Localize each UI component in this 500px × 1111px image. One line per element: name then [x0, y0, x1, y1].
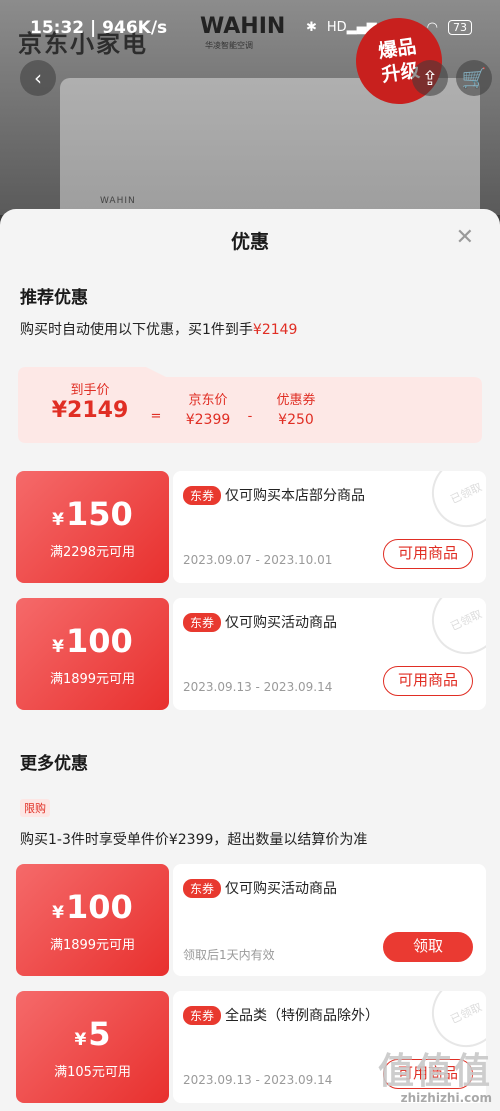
coupon-date: 2023.09.07 - 2023.10.01 [183, 553, 333, 567]
site-watermark: 值值值 zhizhizhi.com [377, 1051, 492, 1106]
equals-sign: = [150, 409, 162, 424]
claimed-stamp: 已领取 [420, 991, 486, 1059]
coupon-desc: 全品类（特例商品除外） [225, 1008, 379, 1024]
claim-button[interactable]: 领取 [383, 932, 473, 962]
coupon-amount-panel: ¥100 满1899元可用 [16, 598, 169, 710]
limit-tag: 限购 [20, 799, 50, 817]
coupon-amount-panel: ¥150 满2298元可用 [16, 471, 169, 583]
battery-icon: 73 [448, 20, 472, 35]
coupon-desc: 仅可购买本店部分商品 [225, 488, 365, 504]
recommend-line: 购买时自动使用以下优惠，买1件到手¥2149 [20, 322, 298, 338]
coupon-desc: 仅可购买活动商品 [225, 615, 337, 631]
coupon-tag: 东券 [183, 879, 222, 898]
coupon-date: 2023.09.13 - 2023.09.14 [183, 680, 333, 694]
status-time: 15:32 | 946K/s [30, 18, 168, 38]
coupon-amount-panel: ¥100 满1899元可用 [16, 864, 169, 976]
cart-button[interactable]: 🛒 [456, 60, 492, 96]
back-arrow-icon: ‹ [34, 66, 42, 90]
claimed-stamp: 已领取 [420, 598, 486, 666]
coupon-tag: 东券 [183, 1006, 222, 1025]
coupon-info-panel: 东券 仅可购买活动商品 领取后1天内有效 领取 [173, 864, 486, 976]
coupon-tag: 东券 [183, 613, 222, 632]
coupon-card: ¥150 满2298元可用 已领取 东券 仅可购买本店部分商品 2023.09.… [16, 471, 486, 583]
coupon-validity: 领取后1天内有效 [183, 948, 275, 962]
coupon-card: ¥100 满1899元可用 已领取 东券 仅可购买活动商品 2023.09.13… [16, 598, 486, 710]
cart-icon: 🛒 [461, 66, 487, 90]
coupon-tag: 东券 [183, 486, 222, 505]
coupon-desc: 仅可购买活动商品 [225, 881, 337, 897]
unit-brand: WAHIN [100, 196, 136, 206]
share-button[interactable]: ⇪ [412, 60, 448, 96]
coupon-card: ¥100 满1899元可用 东券 仅可购买活动商品 领取后1天内有效 领取 [16, 864, 486, 976]
minus-sign: - [247, 409, 253, 424]
price-calculation: 到手价 ¥2149 = 京东价 ¥2399 - 优惠券 ¥250 [18, 367, 482, 443]
coupon-info-panel: 已领取 东券 仅可购买活动商品 2023.09.13 - 2023.09.14 … [173, 598, 486, 710]
available-products-button[interactable]: 可用商品 [383, 666, 473, 696]
recommend-title: 推荐优惠 [20, 288, 88, 308]
discount-sheet: 优惠 ✕ 推荐优惠 购买时自动使用以下优惠，买1件到手¥2149 到手价 ¥21… [0, 209, 500, 1111]
claimed-stamp: 已领取 [420, 471, 486, 539]
share-icon: ⇪ [421, 66, 439, 90]
limit-line: 购买1-3件时享受单件价¥2399，超出数量以结算价为准 [20, 832, 368, 848]
coupon-discount: 优惠券 ¥250 [276, 393, 316, 428]
coupon-info-panel: 已领取 东券 仅可购买本店部分商品 2023.09.07 - 2023.10.0… [173, 471, 486, 583]
close-icon[interactable]: ✕ [456, 225, 474, 250]
sheet-title: 优惠 [230, 231, 269, 253]
jd-price: 京东价 ¥2399 [185, 393, 231, 428]
final-price: 到手价 ¥2149 [51, 383, 129, 423]
coupon-amount-panel: ¥5 满105元可用 [16, 991, 169, 1103]
back-button[interactable]: ‹ [20, 60, 56, 96]
available-products-button[interactable]: 可用商品 [383, 539, 473, 569]
more-offers-title: 更多优惠 [20, 754, 88, 774]
coupon-date: 2023.09.13 - 2023.09.14 [183, 1073, 333, 1087]
bluetooth-icon: ✱ [305, 20, 317, 35]
